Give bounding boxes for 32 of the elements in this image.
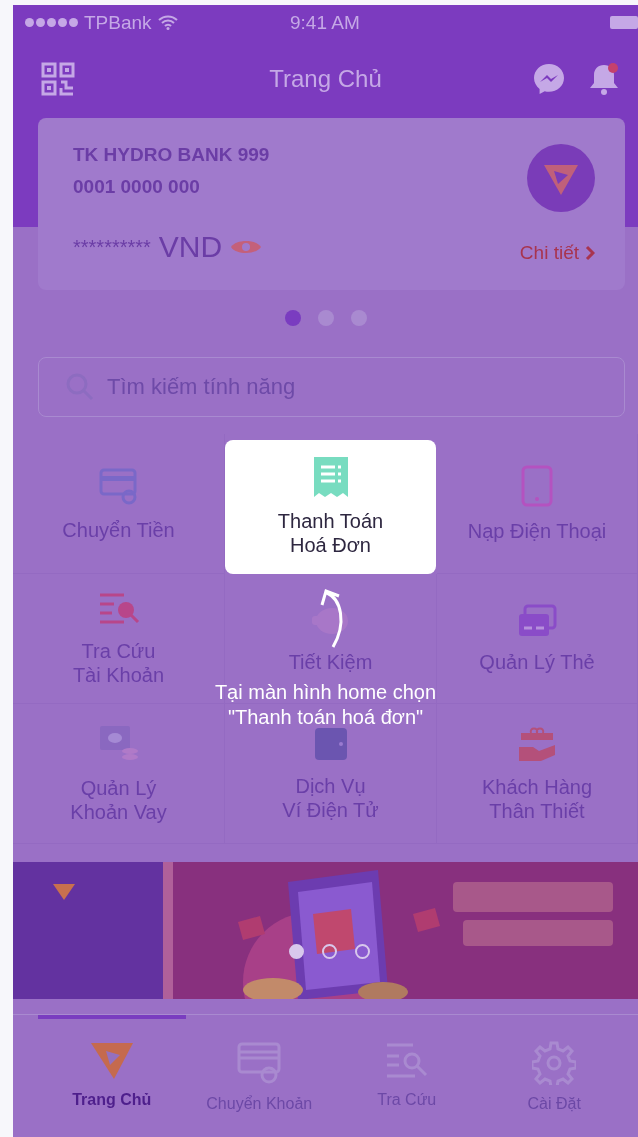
cards-icon [517,603,557,638]
hidden-balance: ********** [73,235,151,259]
bank-logo-icon [527,144,595,212]
tooltip-text: Tại màn hình home chọn "Thanh toán hoá đơn" [213,680,438,730]
account-name: TK HYDRO BANK 999 [73,144,270,166]
receipt-icon [313,457,348,497]
signal-icon [25,18,78,27]
banner-dot[interactable] [355,944,370,959]
settings-icon [532,1041,577,1085]
status-time: 9:41 AM [290,11,360,34]
banner-dot[interactable] [322,944,337,959]
search-list-icon [384,1041,429,1081]
wifi-icon [157,15,178,30]
qr-code-icon[interactable] [41,62,75,96]
messenger-icon[interactable] [532,62,566,96]
chevron-right-icon [585,245,595,261]
account-card[interactable]: TK HYDRO BANK 999 0001 0000 000 ********** VND Chi tiết [38,118,625,290]
wallet-icon [312,725,349,762]
tab-item[interactable]: Trang Chủ [38,1015,186,1115]
bank-logo-icon [89,1041,134,1081]
carrier-name: TPBank [84,11,152,34]
currency-label: VND [158,230,223,264]
feature-tile[interactable]: Thanh Toán Hoá Đơn [225,440,436,574]
page-dot[interactable] [317,309,334,326]
page-dot[interactable] [350,309,367,326]
detail-link[interactable]: Chi tiết [519,242,595,264]
card-transfer-icon [237,1041,282,1085]
battery-icon [610,16,638,29]
phone-icon [521,464,553,507]
account-number: 0001 0000 000 [73,176,201,198]
page-dot[interactable] [284,309,301,326]
screen-title: Trang Chủ [268,65,383,93]
